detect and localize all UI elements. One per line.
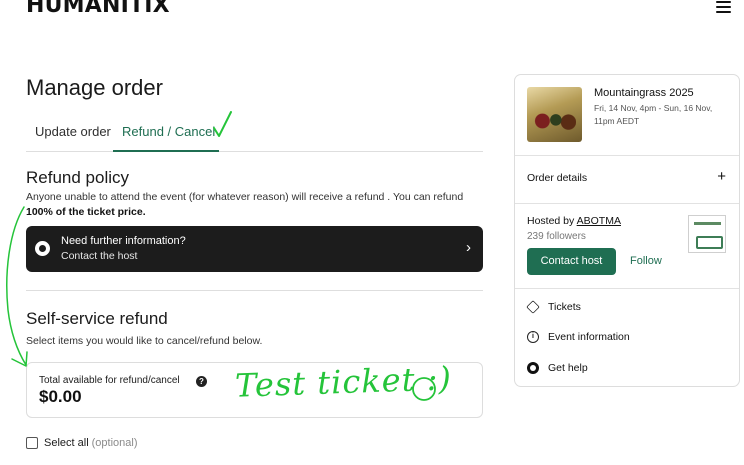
plus-icon[interactable]: + (717, 168, 726, 185)
refund-policy-bold: 100% of the ticket price. (26, 206, 146, 218)
event-thumbnail (527, 87, 582, 142)
help-circle-icon (35, 241, 50, 256)
sidebar-link-get-help[interactable]: Get help (527, 362, 588, 374)
info-card-subtitle: Contact the host (61, 250, 138, 262)
tab-refund-cancel[interactable]: Refund / Cancel (122, 124, 215, 139)
test-ticket-annotation: Test ticket :) (234, 359, 453, 405)
refund-policy-text: Anyone unable to attend the event (for w… (26, 190, 486, 220)
help-icon (527, 362, 539, 374)
event-title: Mountaingrass 2025 (594, 87, 694, 99)
select-all-checkbox[interactable] (26, 437, 38, 449)
humanitix-logo[interactable]: HUMANITIX (26, 0, 170, 18)
refund-total-label: Total available for refund/cancel (39, 375, 180, 386)
event-date: Fri, 14 Nov, 4pm - Sun, 16 Nov, 11pm AED… (594, 103, 713, 126)
refund-total-amount: $0.00 (39, 387, 82, 406)
order-tabs: Update order Refund / Cancel (26, 122, 483, 152)
contact-host-card[interactable]: Need further information? Contact the ho… (26, 226, 483, 272)
follow-button[interactable]: Follow (630, 255, 662, 267)
host-logo[interactable] (688, 215, 726, 253)
optional-label: (optional) (91, 437, 138, 449)
sidebar-link-label: Tickets (548, 301, 581, 313)
select-all-row[interactable]: Select all (optional) (26, 437, 138, 449)
order-details-toggle[interactable]: Order details (527, 172, 587, 184)
info-card-title: Need further information? (61, 235, 186, 247)
info-icon: i (527, 331, 539, 343)
host-followers: 239 followers (527, 231, 586, 242)
sidebar-divider (515, 155, 739, 156)
contact-host-button[interactable]: Contact host (527, 248, 616, 275)
sidebar-link-event-information[interactable]: i Event information (527, 331, 630, 343)
tab-update-order[interactable]: Update order (35, 124, 111, 139)
sidebar-divider (515, 288, 739, 289)
sidebar-link-label: Get help (548, 362, 588, 374)
active-tab-indicator (113, 150, 219, 152)
tag-icon (526, 300, 540, 314)
question-icon[interactable]: ? (196, 376, 207, 387)
hosted-by-label: Hosted by (527, 215, 575, 227)
section-divider (26, 290, 483, 291)
self-service-heading: Self-service refund (26, 309, 168, 328)
hosted-by: Hosted by ABOTMA (527, 215, 621, 227)
select-all-label: Select all (44, 437, 89, 449)
sidebar-divider (515, 203, 739, 204)
event-sidebar: Mountaingrass 2025 Fri, 14 Nov, 4pm - Su… (514, 74, 740, 387)
sidebar-link-label: Event information (548, 331, 630, 343)
refund-policy-heading: Refund policy (26, 168, 130, 187)
page-title: Manage order (26, 75, 163, 100)
sidebar-link-tickets[interactable]: Tickets (526, 300, 581, 314)
hamburger-menu-icon[interactable] (716, 1, 732, 13)
arrow-annotation (6, 206, 27, 366)
self-service-subtitle: Select items you would like to cancel/re… (26, 335, 263, 347)
arrow-head-annotation (11, 351, 28, 367)
chevron-right-icon: › (466, 239, 471, 256)
refund-policy-body: Anyone unable to attend the event (for w… (26, 191, 464, 203)
host-name-link[interactable]: ABOTMA (577, 215, 621, 227)
